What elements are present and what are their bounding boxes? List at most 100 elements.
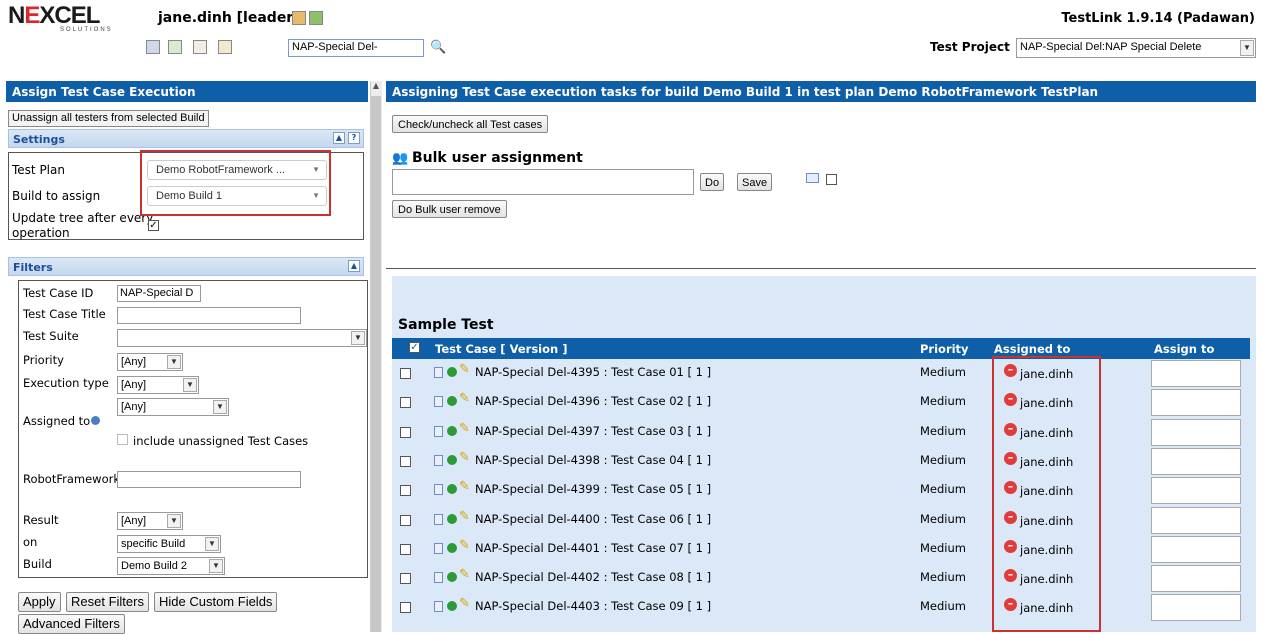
bulk-user-assignment-title: Bulk user assignment: [412, 150, 583, 166]
edit-icon[interactable]: ✎: [459, 567, 470, 582]
assign-to-select[interactable]: [1151, 506, 1241, 534]
highlight-box-assigned: [992, 356, 1101, 632]
test-case-name[interactable]: NAP-Special Del-4403 : Test Case 09 [ 1 …: [475, 599, 711, 613]
collapse-icon[interactable]: ▲: [333, 132, 345, 144]
assign-to-select[interactable]: [1151, 594, 1241, 622]
apply-button[interactable]: Apply: [18, 592, 61, 612]
save-button[interactable]: Save: [737, 173, 773, 191]
specification-icon[interactable]: [168, 40, 182, 54]
priority-value: Medium: [920, 423, 966, 438]
test-case-name[interactable]: NAP-Special Del-4396 : Test Case 02 [ 1 …: [475, 394, 711, 408]
users-icon: 👥: [392, 151, 409, 166]
update-tree-checkbox[interactable]: ✓: [148, 220, 159, 231]
unassign-all-button[interactable]: Unassign all testers from selected Build: [8, 110, 209, 127]
tc-search-input[interactable]: NAP-Special Del-: [288, 39, 424, 57]
edit-icon[interactable]: ✎: [459, 509, 470, 524]
row-checkbox[interactable]: [400, 455, 411, 467]
scroll-up-icon[interactable]: ▲: [370, 81, 382, 95]
result-label: Result: [23, 513, 59, 527]
edit-icon[interactable]: ✎: [459, 421, 470, 436]
reset-filters-button[interactable]: Reset Filters: [66, 592, 149, 612]
requirements-icon[interactable]: [193, 40, 207, 54]
execution-type-select[interactable]: [Any] ▼: [117, 376, 199, 394]
collapse-icon[interactable]: ▲: [348, 260, 360, 272]
edit-icon[interactable]: ✎: [459, 362, 470, 377]
gear-icon: [447, 542, 457, 553]
test-case-name[interactable]: NAP-Special Del-4399 : Test Case 05 [ 1 …: [475, 482, 711, 496]
test-case-name[interactable]: NAP-Special Del-4401 : Test Case 07 [ 1 …: [475, 541, 711, 555]
test-suite-select[interactable]: ▼: [117, 329, 367, 347]
table-header: ✓ Test Case [ Version ] Priority Assigne…: [392, 338, 1250, 359]
tc-title-input[interactable]: [117, 307, 301, 324]
include-unassigned-checkbox[interactable]: [117, 434, 128, 445]
chevron-down-icon: ▼: [183, 378, 197, 392]
assigned-to-select[interactable]: [Any] ▼: [117, 398, 229, 416]
help-icon[interactable]: ?: [348, 132, 360, 144]
robotframework-input[interactable]: [117, 471, 301, 488]
row-checkbox[interactable]: [400, 543, 411, 555]
row-checkbox[interactable]: [400, 368, 411, 379]
result-select[interactable]: [Any] ▼: [117, 512, 183, 530]
edit-icon[interactable]: ✎: [459, 596, 470, 611]
tc-id-input[interactable]: NAP-Special D: [117, 285, 201, 302]
execution-icon[interactable]: [218, 40, 232, 54]
gear-icon: [447, 454, 457, 465]
row-checkbox[interactable]: [400, 602, 411, 614]
test-case-name[interactable]: NAP-Special Del-4402 : Test Case 08 [ 1 …: [475, 570, 711, 584]
filters-header[interactable]: Filters ▲: [8, 257, 364, 276]
logout-icon[interactable]: [309, 11, 323, 25]
edit-icon[interactable]: ✎: [459, 450, 470, 465]
bulk-user-select[interactable]: [392, 169, 694, 195]
test-case-name[interactable]: NAP-Special Del-4398 : Test Case 04 [ 1 …: [475, 453, 711, 467]
document-icon: [434, 454, 443, 466]
assign-to-select[interactable]: [1151, 418, 1241, 446]
document-icon: [434, 425, 443, 437]
build-select[interactable]: Demo Build 2 ▼: [117, 557, 225, 575]
priority-select[interactable]: [Any] ▼: [117, 353, 183, 371]
row-checkbox[interactable]: [400, 485, 411, 497]
desktop-icon[interactable]: [146, 40, 160, 54]
table-row: ✎ NAP-Special Del-4399 : Test Case 05 [ 1…: [392, 477, 1250, 506]
user-icon[interactable]: [292, 11, 306, 25]
left-panel-title: Assign Test Case Execution: [6, 81, 368, 102]
assign-to-select[interactable]: [1151, 389, 1241, 417]
scrollbar-thumb[interactable]: [371, 96, 381, 632]
row-checkbox[interactable]: [400, 514, 411, 526]
row-checkbox[interactable]: [400, 397, 411, 409]
check-all-button[interactable]: Check/uncheck all Test cases: [392, 115, 549, 133]
test-case-name[interactable]: NAP-Special Del-4400 : Test Case 06 [ 1 …: [475, 512, 711, 526]
chevron-down-icon: ▼: [213, 400, 227, 414]
send-email-checkbox[interactable]: [826, 174, 837, 185]
hide-custom-fields-button[interactable]: Hide Custom Fields: [154, 592, 278, 612]
assign-to-select[interactable]: [1151, 360, 1241, 387]
row-checkbox[interactable]: [400, 573, 411, 585]
assign-to-select[interactable]: [1151, 447, 1241, 475]
do-button[interactable]: Do: [700, 173, 725, 191]
info-icon: [91, 416, 101, 425]
settings-header[interactable]: Settings ▲ ?: [8, 129, 364, 148]
app-version: TestLink 1.9.14 (Padawan): [1061, 11, 1255, 26]
priority-value: Medium: [920, 599, 966, 614]
select-all-checkbox[interactable]: ✓: [409, 342, 420, 353]
edit-icon[interactable]: ✎: [459, 391, 470, 406]
priority-value: Medium: [920, 482, 966, 497]
on-select[interactable]: specific Build ▼: [117, 535, 221, 553]
priority-value: Medium: [920, 540, 966, 555]
test-case-name[interactable]: NAP-Special Del-4395 : Test Case 01 [ 1 …: [475, 365, 711, 379]
edit-icon[interactable]: ✎: [459, 479, 470, 494]
current-user: jane.dinh [leader]: [158, 10, 300, 26]
col-test-case: Test Case [ Version ]: [435, 342, 568, 356]
document-icon: [434, 601, 443, 613]
search-icon[interactable]: 🔍: [430, 40, 446, 55]
edit-icon[interactable]: ✎: [459, 538, 470, 553]
row-checkbox[interactable]: [400, 426, 411, 438]
assign-to-select[interactable]: [1151, 535, 1241, 563]
test-case-name[interactable]: NAP-Special Del-4397 : Test Case 03 [ 1 …: [475, 424, 711, 438]
assign-to-select[interactable]: [1151, 565, 1241, 593]
col-assign-to: Assign to: [1154, 342, 1215, 356]
table-row: ✎ NAP-Special Del-4403 : Test Case 09 [ 1…: [392, 594, 1250, 623]
assign-to-select[interactable]: [1151, 477, 1241, 505]
bulk-user-remove-button[interactable]: Do Bulk user remove: [392, 200, 507, 218]
test-project-select[interactable]: NAP-Special Del:NAP Special Delete ▼: [1016, 38, 1256, 58]
advanced-filters-button[interactable]: Advanced Filters: [18, 614, 125, 634]
